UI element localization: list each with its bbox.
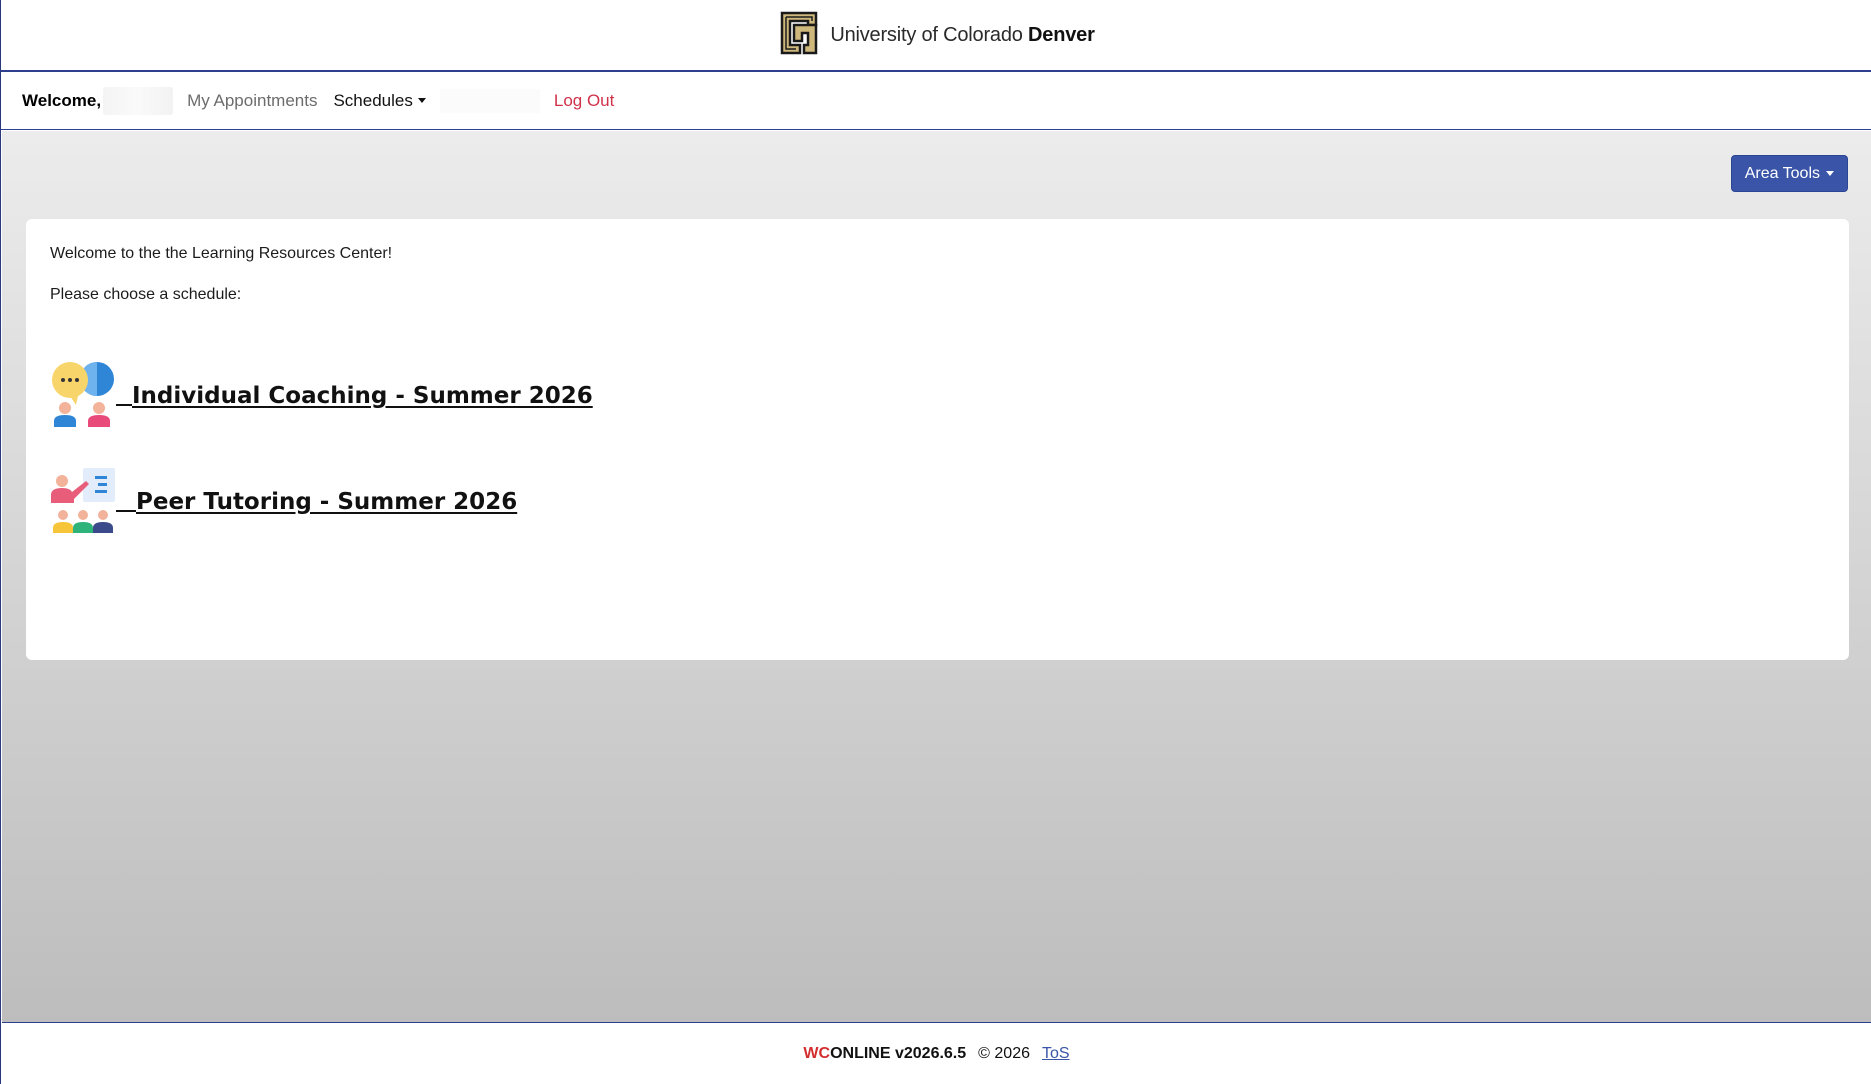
coaching-icon	[50, 361, 116, 427]
cu-logo-icon	[778, 11, 820, 60]
main-navigation: Welcome, My Appointments Schedules Log O…	[1, 72, 1871, 130]
caret-down-icon	[417, 98, 426, 103]
welcome-label: Welcome,	[22, 90, 102, 110]
link-underline-spacer	[116, 510, 136, 512]
footer-version: ONLINE v2026.6.5	[830, 1045, 967, 1062]
nav-schedules-dropdown[interactable]: Schedules	[333, 90, 426, 111]
area-tools-label: Area Tools	[1744, 164, 1820, 182]
schedule-label[interactable]: Individual Coaching - Summer 2026	[132, 383, 593, 409]
site-header: University of Colorado Denver	[1, 0, 1871, 72]
nav-item-redacted	[439, 88, 540, 113]
footer-brand-wc: WC	[803, 1045, 831, 1062]
schedule-link-peer-tutoring[interactable]: Peer Tutoring - Summer 2026	[50, 467, 517, 533]
schedule-card: Welcome to the the Learning Resources Ce…	[26, 219, 1849, 660]
university-logo[interactable]: University of Colorado Denver	[778, 11, 1095, 60]
nav-schedules-label: Schedules	[333, 90, 413, 110]
university-name: University of Colorado Denver	[830, 23, 1095, 46]
site-footer: WC ONLINE v2026.6.5 © 2026 ToS	[1, 1024, 1871, 1084]
link-underline-spacer	[116, 404, 132, 406]
footer-tos-link[interactable]: ToS	[1042, 1045, 1070, 1063]
nav-my-appointments[interactable]: My Appointments	[187, 91, 317, 111]
area-tools-button[interactable]: Area Tools	[1730, 155, 1848, 192]
schedule-link-individual-coaching[interactable]: Individual Coaching - Summer 2026	[50, 361, 593, 427]
nav-logout[interactable]: Log Out	[554, 91, 615, 111]
welcome-message: Welcome to the the Learning Resources Ce…	[50, 245, 393, 262]
main-content-area: Area Tools Welcome to the the Learning R…	[2, 131, 1871, 1023]
schedule-label[interactable]: Peer Tutoring - Summer 2026	[136, 489, 517, 515]
user-name-redacted	[103, 86, 174, 115]
caret-down-icon	[1826, 171, 1834, 176]
choose-message: Please choose a schedule:	[50, 286, 242, 303]
app-window: University of Colorado Denver Welcome, M…	[0, 0, 1871, 1084]
footer-copyright: © 2026	[978, 1045, 1030, 1062]
tutoring-icon	[50, 467, 116, 533]
